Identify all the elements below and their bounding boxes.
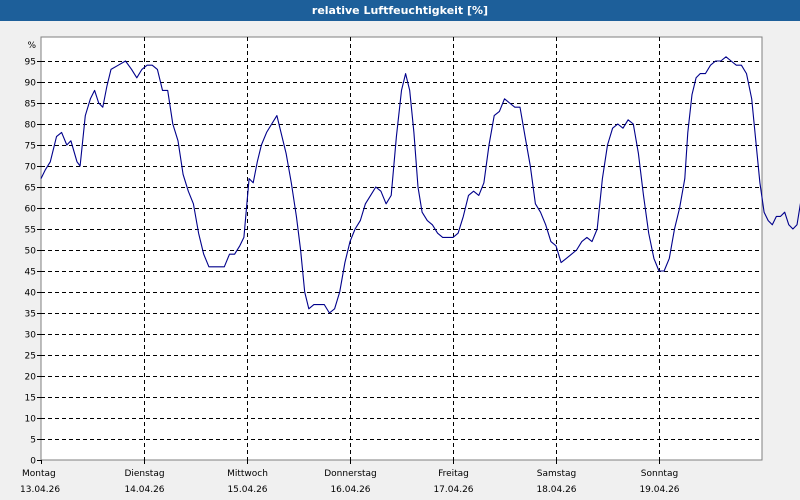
y-tick-label: 60 <box>25 205 37 215</box>
y-tick-label: 5 <box>30 436 36 446</box>
y-tick-label: 65 <box>25 184 36 194</box>
x-tick-day: Freitag <box>438 469 469 479</box>
y-tick-label: 50 <box>25 247 37 257</box>
y-tick-label: 95 <box>25 58 36 68</box>
x-tick-date: 15.04.26 <box>227 485 267 495</box>
y-tick-label: 10 <box>25 415 37 425</box>
window-title: relative Luftfeuchtigkeit [%] <box>0 0 800 21</box>
humidity-line-chart: 0 5 10 15 20 25 30 35 40 45 50 55 60 65 70 75 80 85 90 95% M… <box>20 36 800 495</box>
x-tick-date: 17.04.26 <box>433 485 473 495</box>
x-tick-date: 13.04.26 <box>20 485 60 495</box>
plot-area <box>40 36 763 461</box>
y-tick-label: 20 <box>25 373 37 383</box>
x-tick-date: 19.04.26 <box>639 485 679 495</box>
y-tick-label: 75 <box>25 142 36 152</box>
y-tick-label: 70 <box>25 163 37 173</box>
x-tick-day: Donnerstag <box>324 469 377 479</box>
x-tick-day: Sonntag <box>641 469 678 479</box>
y-tick-label: 0 <box>30 457 36 467</box>
x-tick-day: Montag <box>22 469 56 479</box>
y-tick-label: 90 <box>25 79 37 89</box>
y-axis-unit: % <box>27 41 36 51</box>
y-tick-label: 85 <box>25 100 36 110</box>
x-tick-date: 16.04.26 <box>330 485 370 495</box>
y-tick-label: 35 <box>25 310 36 320</box>
chart-window: relative Luftfeuchtigkeit [%] 0 5 10 15 20 25… <box>0 0 800 500</box>
y-tick-label: 15 <box>25 394 36 404</box>
x-tick-date: 18.04.26 <box>536 485 576 495</box>
x-tick-date: 14.04.26 <box>124 485 164 495</box>
x-tick-day: Dienstag <box>124 469 164 479</box>
x-tick-day: Samstag <box>537 469 576 479</box>
y-tick-label: 25 <box>25 352 36 362</box>
y-tick-label: 30 <box>25 331 37 341</box>
y-tick-label: 55 <box>25 226 36 236</box>
y-tick-label: 40 <box>25 289 37 299</box>
x-tick-day: Mittwoch <box>227 469 268 479</box>
y-tick-label: 80 <box>25 121 37 131</box>
y-tick-label: 45 <box>25 268 36 278</box>
